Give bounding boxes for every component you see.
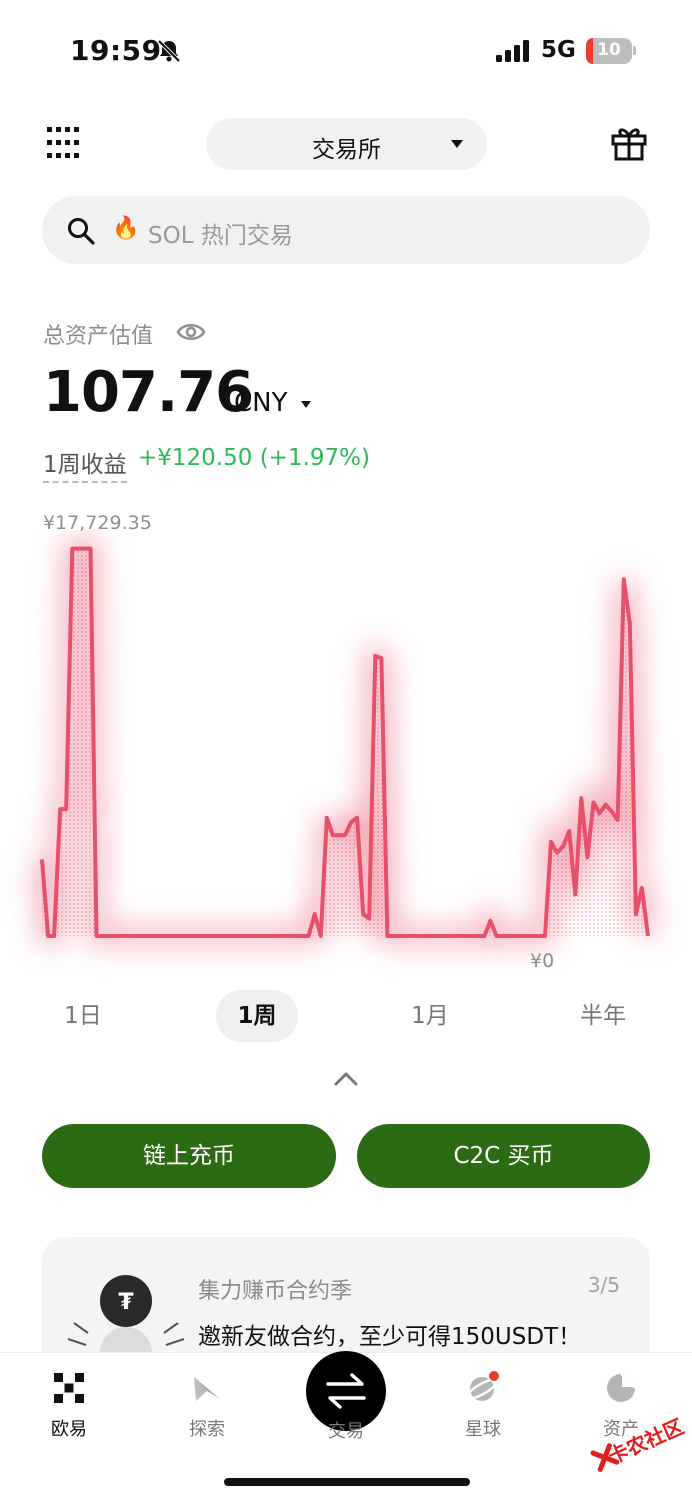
search-placeholder: SOL 热门交易 (148, 223, 293, 249)
tab-explore[interactable]: 探索 (162, 1371, 252, 1441)
network-type: 5G (541, 37, 576, 63)
total-assets-value: 107.76 (43, 360, 254, 425)
cellular-signal-icon (496, 40, 529, 62)
weekly-pnl-value: +¥120.50 (+1.97%) (138, 445, 370, 471)
weekly-pnl-label[interactable]: 1周收益 (43, 445, 127, 483)
battery-icon: 10 (586, 38, 632, 64)
menu-grid-icon[interactable] (46, 126, 80, 160)
svg-text:₮: ₮ (118, 1290, 134, 1315)
currency-caret-icon[interactable] (301, 401, 311, 408)
home-indicator (224, 1478, 470, 1486)
promo-title: 集力赚币合约季 (198, 1279, 353, 1304)
promo-pager: 3/5 (587, 1273, 620, 1297)
tab-home-label: 欧易 (51, 1419, 87, 1440)
promo-description: 邀新友做合约，至少可得150USDT！ (198, 1324, 582, 1350)
onchain-deposit-button[interactable]: 链上充币 (42, 1124, 336, 1188)
compass-icon (194, 1377, 220, 1401)
tab-trade-label: 交易 (328, 1421, 364, 1442)
planet-icon (466, 1371, 499, 1401)
range-tab-6m[interactable]: 半年 (562, 990, 644, 1042)
c2c-buy-button[interactable]: C2C 买币 (357, 1124, 650, 1188)
range-tab-1d[interactable]: 1日 (42, 990, 124, 1042)
gift-icon[interactable] (610, 124, 648, 162)
currency-selector[interactable]: CNY (234, 388, 288, 418)
exchange-switcher-label: 交易所 (312, 137, 381, 163)
bell-muted-icon (157, 39, 181, 63)
tab-planet-label: 星球 (465, 1419, 501, 1440)
battery-tip (633, 46, 636, 55)
caret-down-icon (451, 140, 463, 148)
tab-home[interactable]: 欧易 (24, 1371, 114, 1441)
search-icon (68, 218, 95, 245)
total-assets-label: 总资产估值 (43, 324, 154, 349)
pie-chart-icon (607, 1374, 635, 1402)
swap-arrows-icon (326, 1373, 366, 1409)
eye-icon[interactable] (176, 320, 206, 344)
okx-logo-icon (54, 1373, 84, 1403)
exchange-switcher[interactable]: 交易所 (206, 118, 487, 170)
tab-planet[interactable]: 星球 (438, 1371, 528, 1441)
asset-chart[interactable] (0, 530, 692, 970)
search-bar[interactable]: 🔥 SOL 热门交易 (42, 196, 650, 264)
range-tab-1m[interactable]: 1月 (389, 990, 471, 1042)
battery-level: 10 (597, 40, 621, 60)
fire-icon: 🔥 (112, 216, 140, 241)
chevron-up-icon[interactable] (334, 1070, 358, 1086)
chart-min-label: ¥0 (530, 950, 555, 972)
range-tab-1w[interactable]: 1周 (216, 990, 298, 1042)
tab-explore-label: 探索 (189, 1419, 225, 1440)
status-time: 19:59 (70, 34, 162, 67)
watermark-text: 卡农社区 (604, 1414, 688, 1469)
